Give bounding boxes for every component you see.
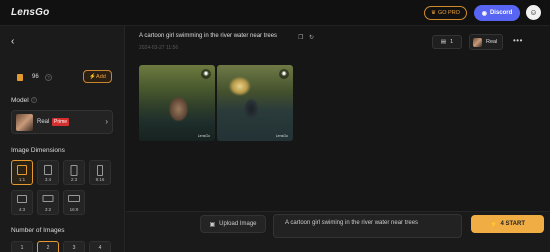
num-images-option-1[interactable]: 1 bbox=[11, 241, 33, 252]
discord-label: Discord bbox=[489, 10, 513, 16]
model-indicator[interactable]: Real bbox=[469, 34, 503, 50]
image-watermark: LensGo bbox=[275, 134, 288, 138]
go-pro-button[interactable]: ♛ GO PRO bbox=[424, 6, 467, 20]
dimension-label: 1:1 bbox=[18, 177, 26, 182]
ratio-shape-icon bbox=[17, 195, 27, 203]
image-icon: ▣ bbox=[209, 221, 216, 228]
discord-button[interactable]: ◉ Discord bbox=[474, 5, 520, 21]
eye-icon[interactable]: ◉ bbox=[279, 69, 289, 79]
dimension-label: 3:2 bbox=[44, 207, 52, 212]
dimension-label: 9:16 bbox=[95, 177, 105, 182]
discord-icon: ◉ bbox=[481, 10, 487, 17]
model-mini-thumbnail bbox=[473, 38, 482, 47]
add-credits-button[interactable]: ⚡ Add bbox=[83, 70, 112, 83]
credit-icon bbox=[17, 74, 23, 81]
ratio-shape-icon bbox=[68, 195, 80, 202]
chevron-right-icon: › bbox=[105, 117, 108, 126]
model-section-text: Model bbox=[11, 97, 29, 104]
dimension-option-1-1[interactable]: 1:1 bbox=[11, 160, 33, 185]
prompt-input[interactable]: A cartoon girl swiming in the river wate… bbox=[273, 214, 462, 238]
ratio-shape-icon bbox=[17, 165, 27, 175]
result-image-1[interactable]: ◉ LensGo bbox=[139, 65, 215, 141]
dimension-label: 4:3 bbox=[18, 207, 26, 212]
dimension-option-16-9[interactable]: 16:9 bbox=[63, 190, 85, 215]
image-watermark: LensGo bbox=[197, 134, 210, 138]
credit-count: 96 bbox=[32, 74, 39, 80]
start-label: 4 START bbox=[500, 221, 526, 227]
start-button[interactable]: ⚡ 4 START bbox=[471, 215, 544, 233]
dimension-option-2-3[interactable]: 2:3 bbox=[63, 160, 85, 185]
upload-label: Upload Image bbox=[219, 221, 257, 227]
help-icon[interactable]: ? bbox=[30, 97, 37, 104]
ratio-shape-icon bbox=[44, 165, 52, 175]
settings-sidebar: ‹ 96 ? ⚡ Add Model? Real Prime › Image D… bbox=[0, 26, 125, 252]
copy-icon[interactable]: ❐ bbox=[298, 34, 303, 41]
eye-icon[interactable]: ◉ bbox=[201, 69, 211, 79]
prime-badge: Prime bbox=[52, 118, 70, 126]
num-images-selector: 1 2 3 4 bbox=[11, 241, 115, 252]
num-images-option-2[interactable]: 2 bbox=[37, 241, 59, 252]
model-indicator-label: Real bbox=[486, 39, 498, 45]
add-label: Add bbox=[96, 73, 106, 80]
bolt-icon: ⚡ bbox=[89, 73, 97, 80]
dimension-option-4-3[interactable]: 4:3 bbox=[11, 190, 33, 215]
num-images-section-label: Number of Images bbox=[11, 227, 65, 234]
bolt-icon: ⚡ bbox=[489, 221, 498, 228]
num-images-option-4[interactable]: 4 bbox=[89, 241, 111, 252]
user-avatar[interactable]: ☺ bbox=[526, 5, 541, 20]
dimension-label: 16:9 bbox=[69, 207, 79, 212]
generation-bar: ▣ Upload Image A cartoon girl swiming in… bbox=[126, 211, 550, 252]
dimension-option-3-4[interactable]: 3:4 bbox=[37, 160, 59, 185]
upload-image-button[interactable]: ▣ Upload Image bbox=[200, 215, 266, 233]
model-selector[interactable]: Real Prime › bbox=[11, 110, 113, 134]
info-icon[interactable]: ? bbox=[45, 74, 52, 81]
more-options-icon[interactable]: ••• bbox=[513, 36, 523, 45]
dimension-option-9-16[interactable]: 9:16 bbox=[89, 160, 111, 185]
credits-row: 96 ? ⚡ Add bbox=[11, 70, 112, 85]
dimension-option-3-2[interactable]: 3:2 bbox=[37, 190, 59, 215]
model-thumbnail bbox=[16, 114, 33, 131]
image-stack-icon: ▤ bbox=[440, 39, 447, 45]
dims-section-label: Image Dimensions bbox=[11, 147, 65, 154]
result-date: 2024-03-27 11:56 bbox=[139, 45, 179, 51]
go-pro-label: GO PRO bbox=[437, 10, 460, 16]
top-bar: LensGo ♛ GO PRO ◉ Discord ☺ bbox=[0, 0, 550, 26]
result-prompt-title: A cartoon girl swimming in the river wat… bbox=[139, 33, 278, 39]
app-logo[interactable]: LensGo bbox=[11, 7, 49, 18]
image-count: 1 bbox=[450, 39, 454, 45]
ratio-shape-icon bbox=[70, 165, 78, 176]
ratio-shape-icon bbox=[42, 195, 54, 202]
model-name: Real bbox=[37, 119, 50, 125]
image-count-indicator[interactable]: ▤ 1 bbox=[432, 35, 462, 49]
model-section-label: Model? bbox=[11, 97, 37, 104]
num-images-option-3[interactable]: 3 bbox=[63, 241, 85, 252]
ratio-shape-icon bbox=[97, 165, 103, 176]
refresh-icon[interactable]: ↻ bbox=[309, 34, 314, 41]
crown-icon: ♛ bbox=[431, 10, 436, 16]
dimension-label: 2:3 bbox=[70, 177, 78, 182]
dimension-label: 3:4 bbox=[44, 177, 52, 182]
back-arrow-icon[interactable]: ‹ bbox=[11, 36, 14, 47]
result-image-2[interactable]: ◉ LensGo bbox=[217, 65, 293, 141]
